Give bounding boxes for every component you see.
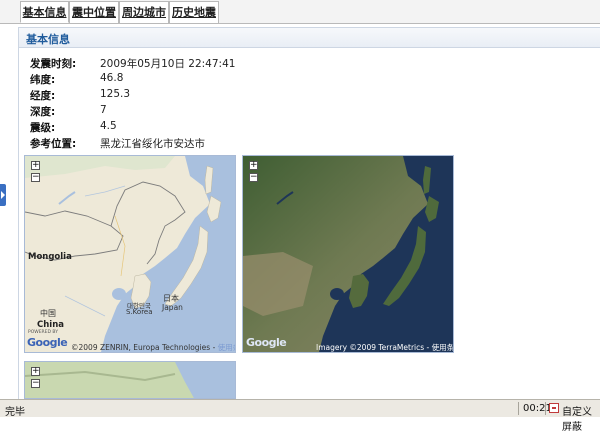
road-map[interactable]: + − Mongolia 中国 China 대한민국 S.Korea 日本 Ja… xyxy=(24,155,236,353)
panel-title: 基本信息 xyxy=(26,33,70,46)
tab-strip: 基本信息 震中位置 周边城市 历史地震 xyxy=(0,0,600,24)
terms-link[interactable]: 使用条款 xyxy=(432,343,453,352)
zoom-out-button[interactable]: − xyxy=(31,173,40,182)
label-china-cn: 中国 xyxy=(40,309,56,318)
label-s-korea: S.Korea xyxy=(126,308,153,316)
map-copyright: ©2009 ZENRIN, Europa Technologies - 使用条款 xyxy=(71,342,235,352)
field-label: 深度: xyxy=(30,106,56,118)
tab-basic-info[interactable]: 基本信息 xyxy=(20,1,69,23)
status-divider xyxy=(545,402,546,415)
label-china: China xyxy=(37,320,64,330)
field-value: 125.3 xyxy=(100,88,131,100)
field-value: 黑龙江省绥化市安达市 xyxy=(100,138,205,150)
map-copyright: Imagery ©2009 TerraMetrics - 使用条款 xyxy=(316,342,453,352)
field-label: 经度: xyxy=(30,90,56,102)
label-japan: Japan xyxy=(162,303,183,312)
field-value: 2009年05月10日 22:47:41 xyxy=(100,58,236,70)
label-mongolia: Mongolia xyxy=(28,252,72,262)
field-label: 发震时刻: xyxy=(30,58,77,70)
google-logo[interactable]: Google xyxy=(246,336,287,349)
copyright-text: ©2009 ZENRIN, Europa Technologies - xyxy=(71,343,218,352)
zoom-out-button[interactable]: − xyxy=(249,173,258,182)
field-value: 46.8 xyxy=(100,72,124,84)
zoom-out-button[interactable]: − xyxy=(31,379,40,388)
block-icon[interactable] xyxy=(549,403,559,413)
status-text: 完毕 xyxy=(5,407,25,418)
status-clock: 00:21 xyxy=(523,403,552,414)
field-label: 纬度: xyxy=(30,74,56,86)
status-bar: 完毕 00:21 自定义屏蔽 xyxy=(0,399,600,433)
powered-by-label: POWERED BY xyxy=(28,330,59,335)
copyright-text: Imagery ©2009 TerraMetrics - xyxy=(316,343,432,352)
terms-link[interactable]: 使用条款 xyxy=(218,343,235,352)
tab-divider xyxy=(0,23,600,24)
zoom-in-button[interactable]: + xyxy=(31,367,40,376)
status-divider xyxy=(518,402,519,415)
field-value: 7 xyxy=(100,104,107,116)
tab-historical-earthquakes[interactable]: 历史地震 xyxy=(169,1,219,23)
field-label: 参考位置: xyxy=(30,138,77,150)
panel-header: 基本信息 xyxy=(19,28,600,48)
field-label: 震级: xyxy=(30,122,56,134)
zoom-in-button[interactable]: + xyxy=(249,161,258,170)
google-logo[interactable]: Google xyxy=(27,336,68,349)
sidebar-toggle-handle[interactable] xyxy=(0,184,6,206)
satellite-map[interactable]: + − Google Imagery ©2009 TerraMetrics - … xyxy=(242,155,454,353)
terrain-map[interactable]: + − xyxy=(24,361,236,399)
satellite-map-canvas xyxy=(243,156,453,352)
custom-block-button[interactable]: 自定义屏蔽 xyxy=(562,403,600,433)
tab-nearby-cities[interactable]: 周边城市 xyxy=(119,1,169,23)
field-value: 4.5 xyxy=(100,120,117,132)
tab-epicenter-location[interactable]: 震中位置 xyxy=(69,1,119,23)
terrain-map-canvas xyxy=(25,362,235,398)
zoom-in-button[interactable]: + xyxy=(31,161,40,170)
